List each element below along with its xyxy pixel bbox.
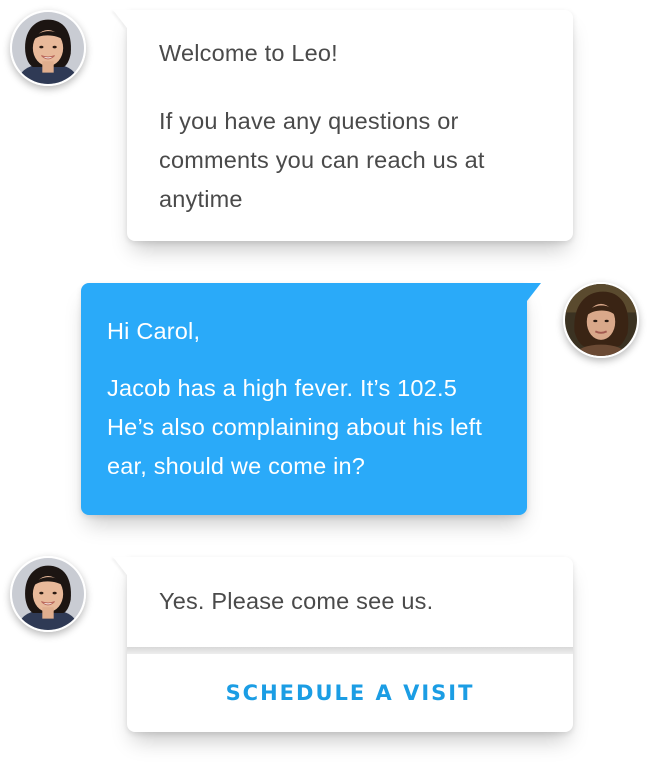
bubble-tail xyxy=(113,557,127,575)
action-divider xyxy=(127,647,573,654)
provider-avatar-image xyxy=(12,12,84,84)
bubble-tail xyxy=(113,10,127,28)
message-text: If you have any questions or comments yo… xyxy=(159,108,485,212)
message-text: Jacob has a high fever. It’s 102.5 He’s … xyxy=(107,375,483,479)
incoming-message-bubble: Welcome to Leo! If you have any question… xyxy=(113,10,573,241)
parent-avatar xyxy=(563,282,639,358)
message-text: Welcome to Leo! xyxy=(159,40,338,66)
schedule-visit-button[interactable]: SCHEDULE A VISIT xyxy=(127,654,573,732)
bubble-tail xyxy=(527,283,541,301)
message-text: Yes. Please come see us. xyxy=(159,588,434,614)
message-text: Hi Carol, xyxy=(107,318,201,344)
provider-avatar-image xyxy=(12,558,84,630)
outgoing-message-bubble: Hi Carol, Jacob has a high fever. It’s 1… xyxy=(81,283,541,515)
parent-avatar-image xyxy=(565,284,637,356)
provider-avatar xyxy=(10,10,86,86)
incoming-message-bubble: Yes. Please come see us. SCHEDULE A VISI… xyxy=(113,557,573,732)
provider-avatar xyxy=(10,556,86,632)
